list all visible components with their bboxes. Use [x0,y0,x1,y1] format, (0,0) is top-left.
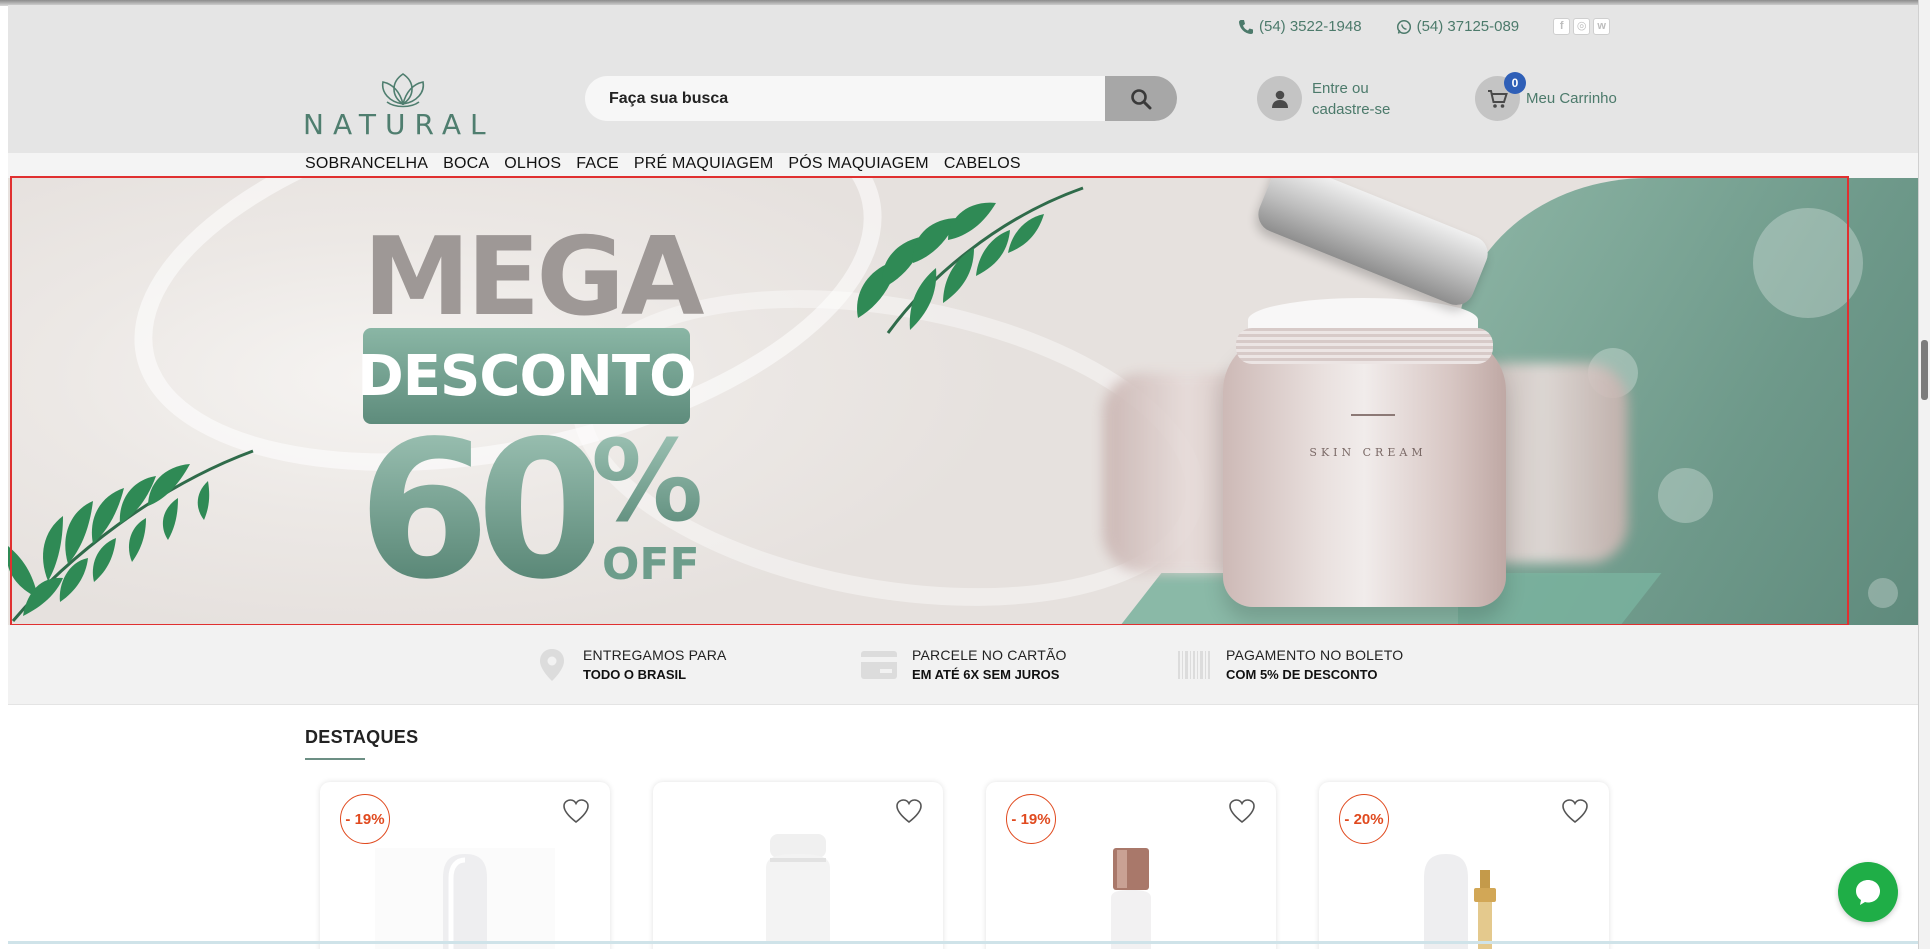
discount-badge: - 19% [1006,794,1056,844]
highlights-title: DESTAQUES [305,727,419,747]
jar-rim [1236,328,1493,364]
search-button[interactable] [1105,76,1177,121]
promo-off-label: OFF [602,539,700,590]
feature-installments-title: PARCELE NO CARTÃO [912,647,1067,663]
feature-boleto-title: PAGAMENTO NO BOLETO [1226,647,1404,663]
whatsapp-contact[interactable]: (54) 37125-089 [1396,18,1520,35]
store-logo[interactable]: NATURAL [303,72,503,141]
jar-label-line [1351,414,1395,416]
page-bottom-edge [8,941,1922,944]
nav-item-boca[interactable]: BOCA [443,155,489,173]
social-links: f ◎ w [1553,18,1611,35]
account-link[interactable]: Entre ou cadastre-se [1257,76,1408,121]
product-card[interactable] [653,782,943,949]
feature-shipping: ENTREGAMOS PARA TODO O BRASIL [535,647,727,682]
account-label: Entre ou cadastre-se [1312,78,1408,120]
bokeh-decoration [1753,208,1863,318]
whatsapp-icon [1396,19,1411,34]
jar-lid [1252,178,1494,311]
cream-jar [1223,335,1506,607]
jar-label: SKIN CREAM [1309,446,1427,459]
cart-count-badge: 0 [1504,72,1526,94]
feature-installments-detail: EM ATÉ 6X SEM JUROS [912,667,1060,682]
search-bar [585,76,1177,121]
whatsapp-number: (54) 37125-089 [1416,18,1520,35]
leaf-illustration [8,449,254,622]
cart-link[interactable]: 0 Meu Carrinho [1475,72,1617,121]
chat-bubble-icon [1856,880,1880,905]
bokeh-decoration [1658,468,1713,523]
nav-item-olhos[interactable]: OLHOS [504,155,561,173]
wordpress-icon[interactable]: w [1593,18,1611,35]
logo-text: NATURAL [303,108,495,141]
feature-shipping-detail: TODO O BRASIL [583,667,687,682]
product-image [375,848,555,949]
location-pin-icon [535,648,569,682]
nav-item-cabelos[interactable]: CABELOS [944,155,1021,173]
promo-percent-sign: % [591,417,704,547]
heart-icon[interactable] [1228,798,1256,824]
scrollbar-thumb[interactable] [1921,340,1928,400]
page-scrollbar[interactable] [1918,0,1930,949]
product-image [1111,848,1151,949]
product-image [766,834,830,944]
account-label-line1: Entre ou [1312,79,1369,97]
heart-icon[interactable] [1561,798,1589,824]
product-card[interactable]: - 20% [1319,782,1609,949]
account-label-line2: cadastre-se [1312,100,1391,118]
product-card[interactable]: - 19% [986,782,1276,949]
feature-installments: PARCELE NO CARTÃO EM ATÉ 6X SEM JUROS [860,647,1067,682]
feature-boleto-detail: COM 5% DE DESCONTO [1226,667,1378,682]
user-icon [1257,76,1302,121]
product-card[interactable]: - 19% [320,782,610,949]
discount-badge: - 20% [1339,794,1389,844]
search-input[interactable] [585,76,1105,121]
phone-icon [1239,19,1253,34]
nav-item-pos-maquiagem[interactable]: PÓS MAQUIAGEM [788,155,928,173]
bokeh-decoration [1868,578,1898,608]
discount-badge: - 19% [340,794,390,844]
cart-icon: 0 [1475,72,1526,121]
lotus-icon [381,73,425,108]
nav-item-pre-maquiagem[interactable]: PRÉ MAQUIAGEM [634,155,774,173]
chat-button[interactable] [1838,862,1898,922]
instagram-icon[interactable]: ◎ [1573,18,1591,35]
highlights-underline [305,758,365,760]
feature-boleto: PAGAMENTO NO BOLETO COM 5% DE DESCONTO [1178,647,1403,682]
phone-contact[interactable]: (54) 3522-1948 [1238,18,1362,35]
contact-bar: (54) 3522-1948 (54) 37125-089 f ◎ w [1238,18,1611,35]
heart-icon[interactable] [562,798,590,824]
heart-icon[interactable] [895,798,923,824]
facebook-icon[interactable]: f [1553,18,1571,35]
nav-item-sobrancelha[interactable]: SOBRANCELHA [305,155,428,173]
product-image [1424,854,1496,949]
search-icon [1131,88,1152,109]
cart-label: Meu Carrinho [1526,90,1617,107]
barcode-icon [1178,648,1212,682]
nav-item-face[interactable]: FACE [576,155,619,173]
promo-banner[interactable]: SKIN CREAM MEGA DESCONTO 60 % OFF [8,178,1922,625]
leaf-illustration [857,186,1084,334]
category-nav: SOBRANCELHA BOCA OLHOS FACE PRÉ MAQUIAGE… [305,155,1021,173]
credit-card-icon [860,648,898,682]
promo-discount-number: 60 [358,400,608,621]
promo-headline: MEGA [363,215,704,340]
feature-shipping-title: ENTREGAMOS PARA [583,647,727,663]
phone-number: (54) 3522-1948 [1259,18,1362,35]
